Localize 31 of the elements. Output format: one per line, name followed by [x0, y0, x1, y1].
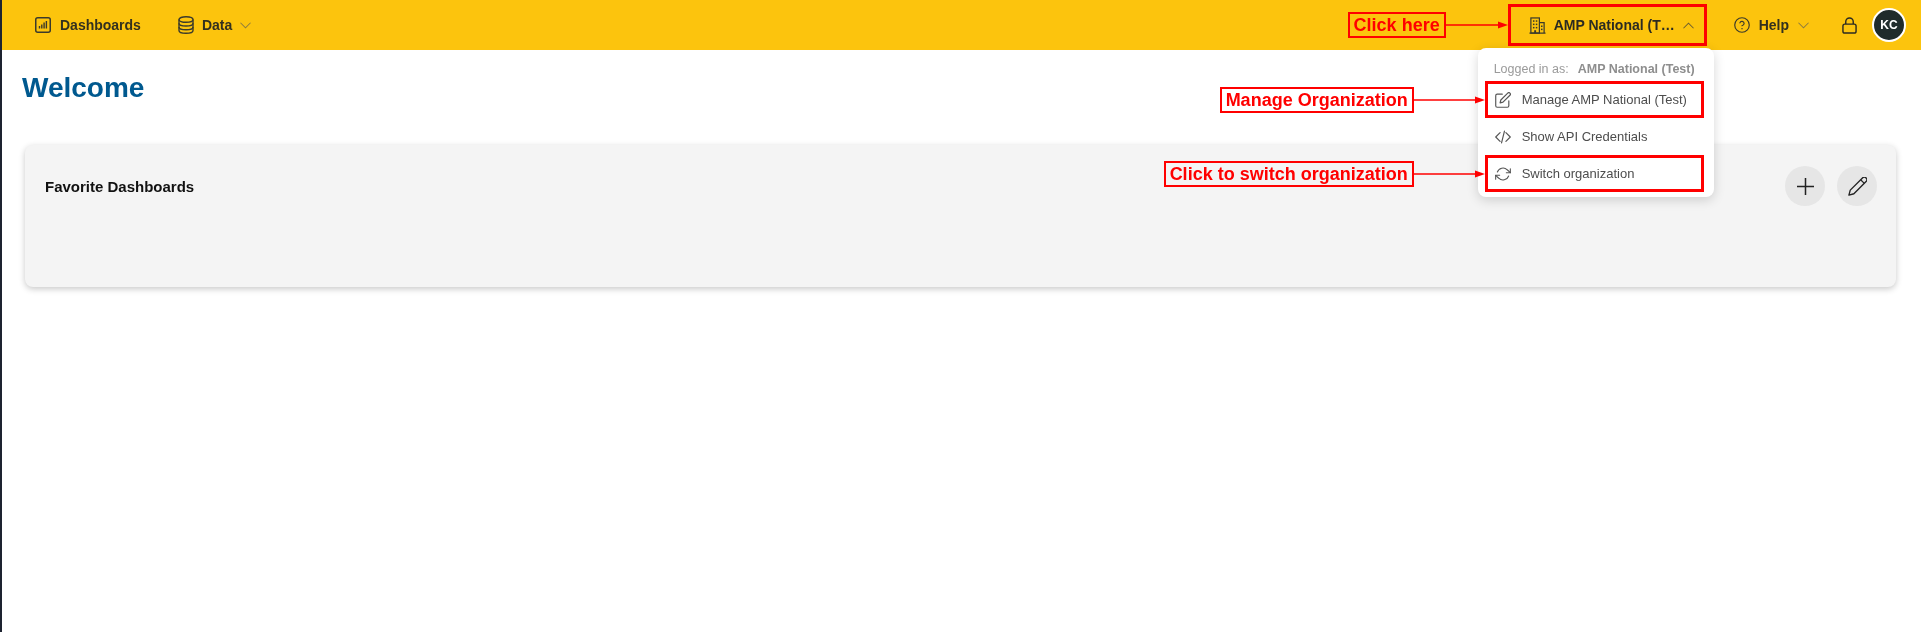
dashboards-link[interactable]: Dashboards	[35, 17, 141, 33]
organization-menu-button[interactable]: AMP National (T…	[1507, 4, 1707, 46]
callout-label: Click here	[1347, 12, 1446, 38]
menu-item[interactable]: Show API Credentials	[1484, 118, 1704, 155]
callout-label: Click to switch organization	[1163, 160, 1414, 187]
callout-arrow	[1445, 20, 1508, 30]
callout-label: Manage Organization	[1219, 86, 1414, 113]
building-icon	[1528, 16, 1546, 34]
database-icon	[177, 16, 194, 34]
menu-item[interactable]: Manage AMP National (Test)	[1484, 81, 1704, 118]
lock-icon	[1842, 16, 1857, 34]
help-menu-button[interactable]: Help	[1733, 17, 1809, 33]
lock-button[interactable]	[1842, 16, 1857, 34]
user-avatar[interactable]: KC	[1872, 8, 1906, 42]
menu-item[interactable]: Switch organization	[1484, 155, 1704, 192]
help-icon	[1733, 17, 1750, 33]
data-menu-button[interactable]: Data	[177, 16, 252, 34]
circular-arrows-icon	[1494, 165, 1511, 182]
callout-arrow	[1413, 94, 1485, 105]
favorites-title: Favorite Dashboards	[45, 177, 195, 195]
account-name: AMP National (Test)	[1577, 61, 1695, 76]
welcome-title: Welcome	[22, 72, 145, 104]
edit-icon	[1494, 91, 1511, 108]
add-button[interactable]	[1785, 166, 1825, 206]
pencil-icon	[1847, 176, 1867, 196]
edit-button[interactable]	[1837, 166, 1877, 206]
plus-icon	[1796, 177, 1814, 195]
logged-in-label: Logged in as:	[1493, 61, 1569, 76]
code-icon	[1494, 128, 1511, 145]
bar-chart-icon	[35, 17, 51, 33]
callout-arrow	[1413, 168, 1485, 179]
